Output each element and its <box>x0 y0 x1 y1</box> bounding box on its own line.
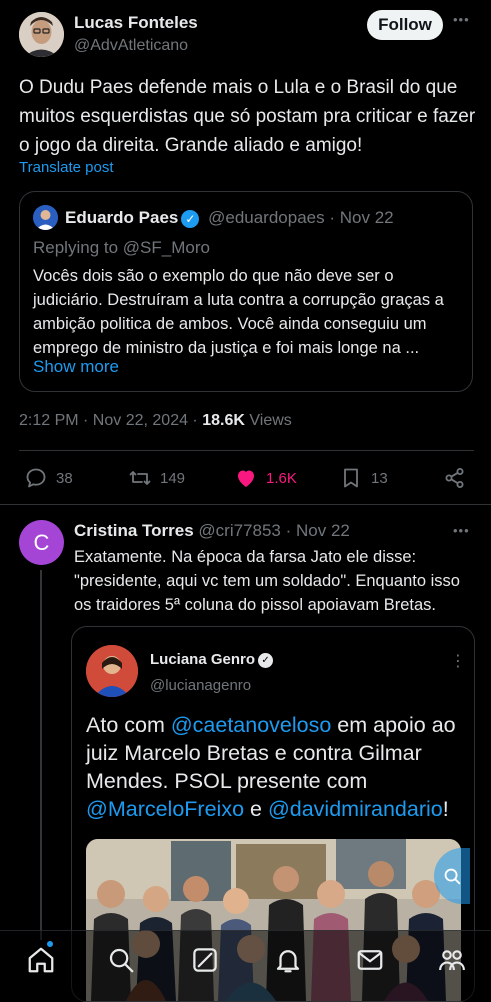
embedded-mention-link: @caetanoveloso <box>170 713 332 737</box>
reply-text: Exatamente. Na época da farsa Jato ele d… <box>74 548 460 614</box>
heart-icon <box>238 470 254 487</box>
translate-post-link[interactable]: Translate post <box>19 159 114 176</box>
divider <box>19 450 474 451</box>
embedded-author-avatar <box>86 645 138 697</box>
quoted-author-line: Eduardo Paes ✓ @eduardopaes · Nov 22 <box>65 208 394 228</box>
embedded-avatar-image <box>86 645 138 697</box>
show-more-link[interactable]: Show more <box>33 357 119 377</box>
reply-date: · Nov 22 <box>285 521 350 540</box>
quoted-author-handle: @eduardopaes <box>208 208 325 227</box>
communities-icon[interactable] <box>437 945 467 975</box>
bottom-nav-bar <box>0 930 491 1001</box>
views-label: Views <box>249 412 292 429</box>
share-button[interactable] <box>443 466 467 490</box>
embedded-author-name: Luciana Genro <box>150 651 256 668</box>
tweet-timestamp: 2:12 PM · Nov 22, 2024 · <box>19 412 198 429</box>
verified-badge-icon: ✓ <box>181 209 200 228</box>
reply-more-options-button[interactable]: ••• <box>453 524 470 537</box>
author-avatar-image <box>19 12 64 57</box>
embedded-text-part: ! <box>442 797 449 821</box>
reply-author-name[interactable]: Cristina Torres <box>74 521 194 540</box>
quoted-avatar-image <box>33 205 58 230</box>
home-icon[interactable] <box>26 945 56 975</box>
tweet-meta: 2:12 PM · Nov 22, 2024 · 18.6K Views <box>19 412 292 430</box>
embedded-more-icon: ⋮ <box>450 653 466 670</box>
tweet-text: O Dudu Paes defende mais o Lula e o Bras… <box>19 77 476 156</box>
more-options-button[interactable]: ••• <box>453 13 470 26</box>
author-name[interactable]: Lucas Fonteles <box>74 13 198 33</box>
embedded-text-part: e <box>244 797 268 821</box>
retweet-button[interactable]: 149 <box>128 466 185 490</box>
divider <box>0 504 491 505</box>
quoted-tweet-text: Vocês dois são o exemplo do que não deve… <box>33 267 444 357</box>
author-avatar[interactable] <box>19 12 64 57</box>
embedded-mention-link: @MarceloFreixo <box>86 797 245 821</box>
quoted-replying-to: Replying to @SF_Moro <box>33 238 210 257</box>
retweet-icon <box>129 471 151 485</box>
reply-icon <box>26 468 46 488</box>
search-icon[interactable] <box>106 945 136 975</box>
home-notification-dot <box>47 941 53 947</box>
like-count: 1.6K <box>266 469 297 487</box>
follow-button[interactable]: Follow <box>367 10 443 40</box>
author-handle[interactable]: @AdvAtleticano <box>74 37 188 55</box>
grok-nav-icon[interactable] <box>190 945 220 975</box>
embedded-author-handle: @lucianagenro <box>150 677 252 694</box>
like-button[interactable]: 1.6K <box>234 466 297 490</box>
embedded-tweet-text: Ato com @caetanoveloso em apoio ao juiz … <box>86 711 466 823</box>
embedded-mention-link: @davidmirandario <box>267 797 443 821</box>
reply-count: 38 <box>56 469 73 487</box>
bookmark-icon <box>344 468 358 488</box>
reply-avatar-letter: C <box>33 529 50 555</box>
bookmark-count: 13 <box>371 469 388 487</box>
embedded-text-part: Ato com <box>86 713 171 737</box>
quoted-author-name: Eduardo Paes <box>65 208 179 227</box>
thread-line <box>40 570 42 940</box>
views-count: 18.6K <box>202 412 245 429</box>
reply-author-line: Cristina Torres @cri77853 · Nov 22 <box>74 521 350 541</box>
retweet-count: 149 <box>160 469 186 487</box>
embedded-author-line: Luciana Genro ✓ <box>150 651 274 668</box>
reply-author-avatar[interactable]: C <box>19 520 64 565</box>
notifications-icon[interactable] <box>273 945 303 975</box>
grok-icon <box>444 868 461 885</box>
reply-button[interactable]: 38 <box>24 466 73 490</box>
messages-icon[interactable] <box>355 945 385 975</box>
embedded-verified-icon: ✓ <box>258 652 274 668</box>
reply-author-handle[interactable]: @cri77853 <box>198 521 280 540</box>
quoted-author-avatar <box>33 205 58 230</box>
share-icon <box>445 468 464 488</box>
quoted-date: · Nov 22 <box>329 208 394 227</box>
bookmark-button[interactable]: 13 <box>339 466 388 490</box>
